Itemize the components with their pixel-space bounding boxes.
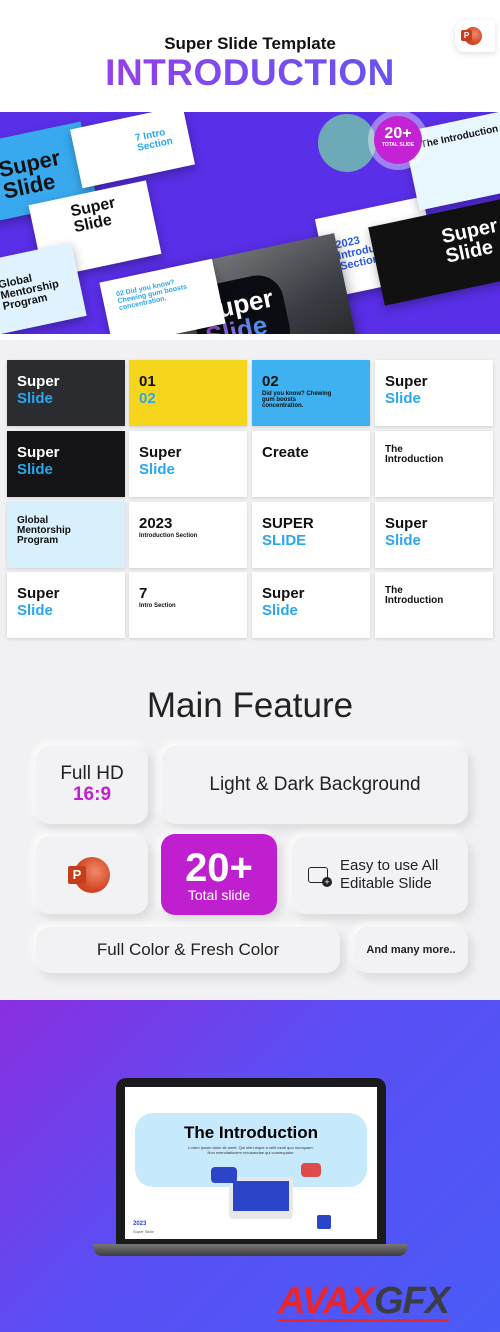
slide-thumbnail: Super Slide	[252, 572, 370, 638]
thumbnail-subtitle: Slide	[262, 602, 298, 619]
feature-powerpoint: P	[36, 836, 148, 914]
thumbnail-title: Super	[17, 444, 60, 461]
slide-thumbnail: The Introduction	[375, 431, 493, 497]
total-slide-badge: 20+ TOTAL SLIDE	[374, 116, 422, 164]
slide-thumbnail: Super Slide	[375, 360, 493, 426]
badge-label: TOTAL SLIDE	[381, 142, 415, 148]
thumbnail-title: SUPER	[262, 515, 314, 532]
thumbnail-title: Global Mentorship Program	[17, 515, 71, 546]
thumbnail-subtitle: Slide	[17, 602, 53, 619]
badge-count: 20+	[384, 125, 412, 142]
feature-more: And many more..	[354, 927, 468, 973]
background-label: Light & Dark Background	[209, 774, 421, 795]
thumbnail-subtitle: Introduction Section	[139, 533, 198, 539]
laptop-base	[94, 1244, 407, 1256]
thumbnail-subtitle: SLIDE	[262, 532, 307, 549]
slide-thumbnail: Global Mentorship Program	[7, 502, 125, 568]
chat-bubble-icon	[211, 1167, 237, 1183]
hero-slide: 7 Intro Section	[70, 112, 195, 189]
laptop-screen: The Introduction Lorem ipsum dolor sit a…	[125, 1087, 377, 1239]
slide-thumbnail: Super Slide	[7, 572, 125, 638]
slide-thumbnail: Create	[252, 431, 370, 497]
thumbnail-title: 01	[139, 373, 156, 390]
thumbnail-subtitle: Slide	[17, 461, 53, 478]
slide-text: Lorem ipsum dolor sit amet. Qui sint neq…	[188, 1145, 314, 1155]
thumbnail-subtitle: Intro Section	[139, 603, 176, 609]
thumbnail-subtitle: Slide	[385, 390, 421, 407]
feature-color: Full Color & Fresh Color	[36, 927, 340, 973]
slide-thumbnail: 02 Did you know? Chewing gum boosts conce…	[252, 360, 370, 426]
ratio-label: 16:9	[72, 784, 112, 805]
powerpoint-icon: P	[461, 27, 482, 45]
hero-slide: 02 Did you know? Chewing gum boosts conc…	[99, 258, 226, 334]
slide-thumbnail: Super Slide	[7, 360, 125, 426]
slide-footer: Super Slide	[133, 1229, 154, 1234]
alert-bubble-icon	[301, 1163, 321, 1177]
powerpoint-badge: P	[455, 20, 495, 52]
editable-line2: Editable Slide	[340, 875, 432, 892]
watermark-logo: AVAXGFX	[278, 1280, 450, 1322]
count-label: Total slide	[187, 886, 251, 903]
thumbnail-subtitle: 02	[139, 390, 156, 407]
thumbnail-title: 02	[262, 373, 279, 390]
hero-collage: Super Slide 7 Intro Section Super Slide …	[0, 112, 500, 334]
hero-photo-circle	[318, 114, 376, 172]
slide-thumbnail: Super Slide	[129, 431, 247, 497]
thumbnail-title: Create	[262, 444, 309, 461]
thumbnail-subtitle: Slide	[17, 390, 53, 407]
thumbnail-title: Super	[17, 585, 60, 602]
feature-background: Light & Dark Background	[162, 746, 468, 824]
slide-thumbnail: 7 Intro Section	[129, 572, 247, 638]
slide-thumbnail: 01 02	[129, 360, 247, 426]
add-slide-icon: +	[308, 867, 332, 887]
hero-slide: Global Mentorship Program	[0, 242, 87, 334]
thumbnail-title: Super	[385, 373, 428, 390]
header-subtitle: Super Slide Template	[164, 34, 336, 53]
thumbnail-subtitle: Slide	[385, 532, 421, 549]
thumbnail-title: Super	[385, 515, 428, 532]
header-title: INTRODUCTION	[0, 52, 500, 94]
feature-editable: + Easy to use All Editable Slide	[292, 836, 468, 914]
slide-thumbnail: SUPER SLIDE	[252, 502, 370, 568]
slide-thumbnail: Super Slide	[7, 431, 125, 497]
thumbnail-subtitle: Did you know? Chewing gum boosts concent…	[262, 391, 332, 409]
laptop: The Introduction Lorem ipsum dolor sit a…	[116, 1078, 386, 1244]
slide-thumbnail: The Introduction	[375, 572, 493, 638]
thumbnail-title: 2023	[139, 515, 173, 532]
thumbnail-title: The Introduction	[385, 585, 444, 606]
thumbnail-title: Super	[262, 585, 305, 602]
thumbnail-title: 7	[139, 585, 148, 602]
features-title: Main Feature	[146, 686, 354, 725]
thumbnail-title: The Introduction	[385, 444, 444, 465]
mug-icon	[317, 1215, 331, 1229]
slide-thumbnail: 2023 Introduction Section	[129, 502, 247, 568]
thumbnail-title: Super	[139, 444, 182, 461]
editable-line1: Easy to use All	[340, 857, 439, 874]
thumbnail-title: Super	[17, 373, 60, 390]
color-label: Full Color & Fresh Color	[96, 940, 280, 959]
monitor-illustration	[229, 1177, 293, 1219]
count-value: 20+	[185, 845, 253, 890]
full-hd-label: Full HD	[60, 763, 124, 785]
more-label: And many more..	[366, 944, 456, 956]
feature-full-hd: Full HD 16:9	[36, 746, 148, 824]
powerpoint-icon: P	[68, 857, 110, 893]
slide-thumbnail: Super Slide	[375, 502, 493, 568]
slide-year: 2023	[133, 1221, 147, 1227]
feature-total-slides: 20+ Total slide	[161, 834, 277, 915]
thumbnail-subtitle: Slide	[139, 461, 175, 478]
slide-title: The Introduction	[183, 1123, 319, 1142]
